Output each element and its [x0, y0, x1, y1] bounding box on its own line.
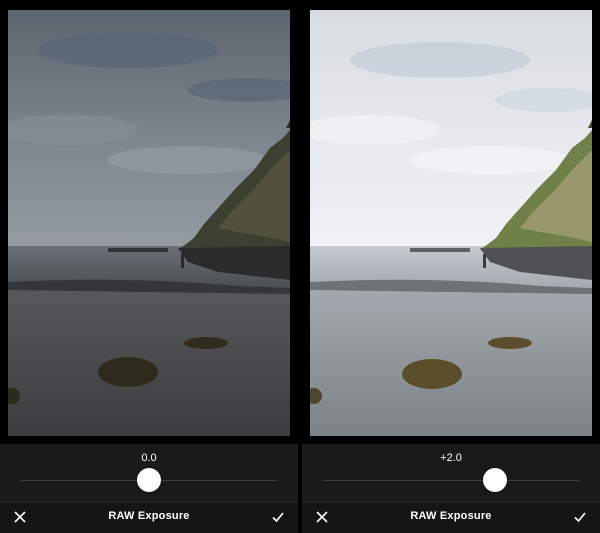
editor-screen-after: +2.0 RAW Exposure	[302, 0, 600, 533]
photo-preview	[310, 10, 592, 436]
tool-title: RAW Exposure	[108, 510, 190, 522]
checkmark-icon[interactable]	[570, 507, 590, 527]
checkmark-icon[interactable]	[268, 507, 288, 527]
editor-screen-before: 0.0 RAW Exposure	[0, 0, 298, 533]
exposure-slider-thumb[interactable]	[482, 468, 507, 492]
close-icon[interactable]	[10, 507, 30, 527]
exposure-slider-thumb[interactable]	[137, 468, 161, 492]
photo-preview	[8, 10, 290, 436]
exposure-value-label: +2.0	[440, 452, 462, 464]
close-icon[interactable]	[312, 507, 332, 527]
exposure-value-label: 0.0	[141, 452, 157, 464]
tool-title: RAW Exposure	[410, 510, 492, 522]
exposure-slider-track[interactable]	[322, 480, 580, 481]
comparison-screens: 0.0 RAW Exposure +2.0 RAW Exposure	[0, 0, 600, 533]
